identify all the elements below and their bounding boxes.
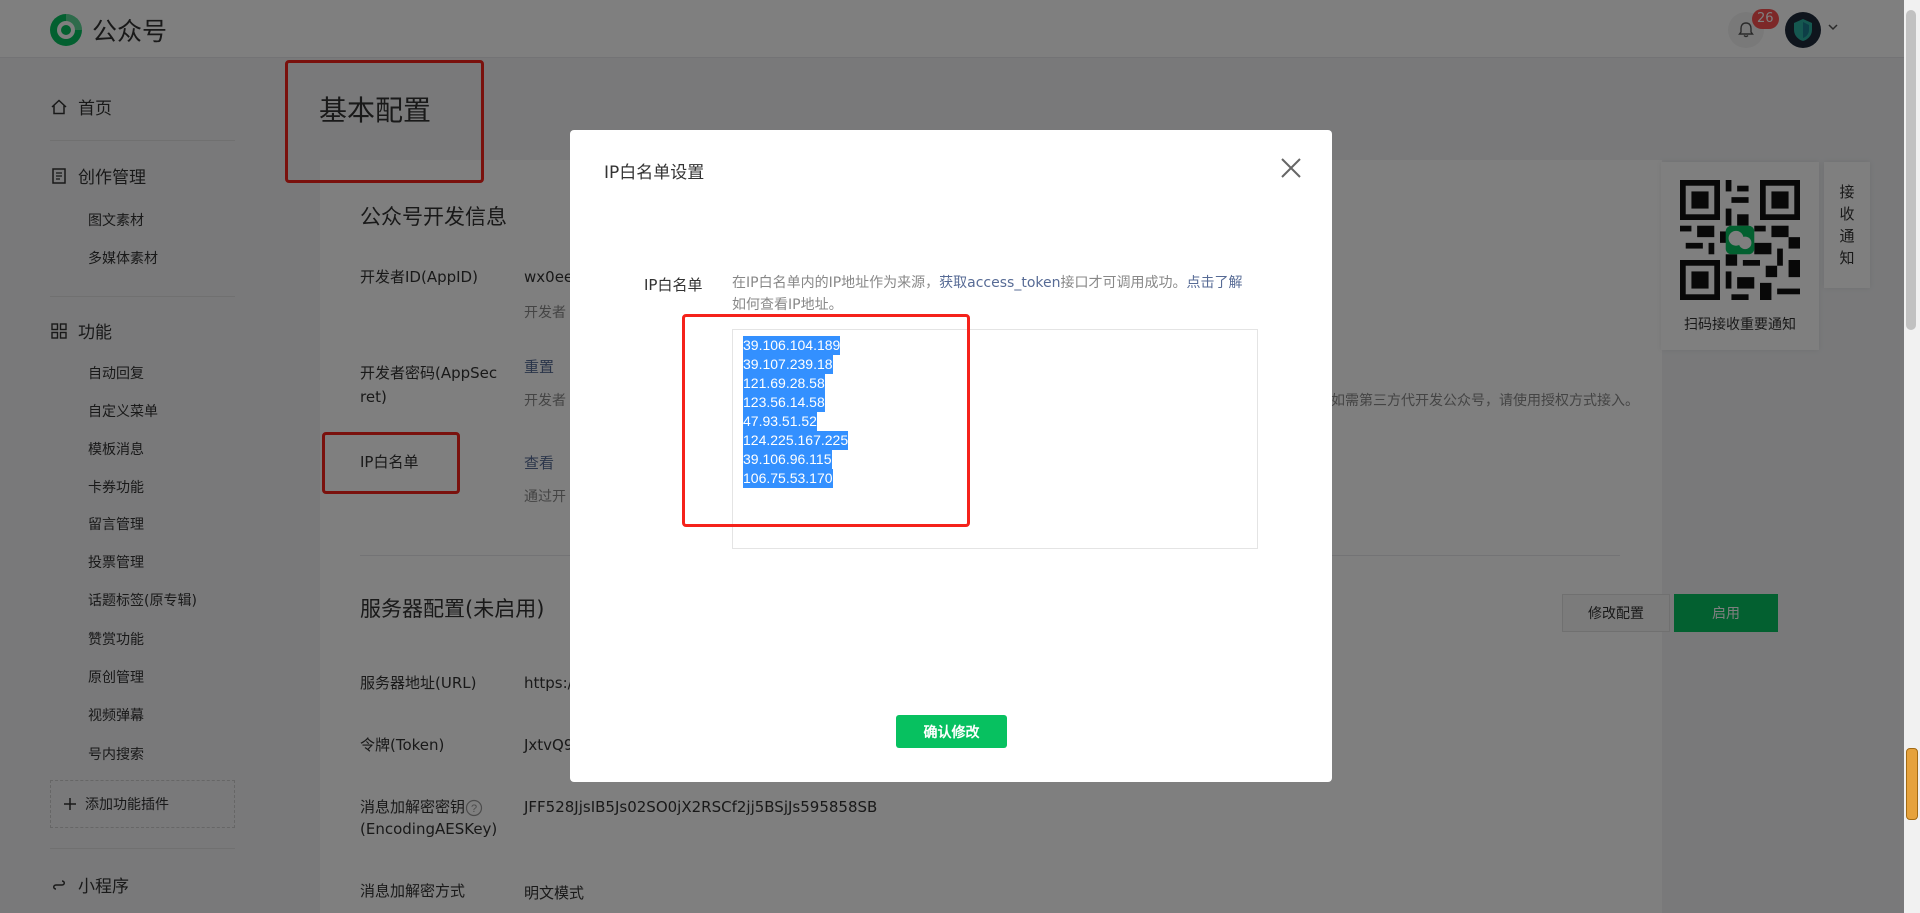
dialog-title: IP白名单设置 — [604, 163, 705, 183]
learn-more-link[interactable]: 点击了解 — [1186, 275, 1242, 291]
hint-text: 接口才可调用成功。 — [1060, 275, 1187, 291]
ip-whitelist-field-label: IP白名单 — [644, 276, 703, 294]
hint-text: 在IP白名单内的IP地址作为来源， — [732, 275, 940, 291]
scrollbar-thumb[interactable] — [1906, 10, 1916, 330]
scroll-grip-handle[interactable] — [1906, 748, 1918, 820]
close-icon[interactable] — [1277, 154, 1305, 182]
confirm-button[interactable]: 确认修改 — [896, 715, 1007, 748]
ip-whitelist-hint: 在IP白名单内的IP地址作为来源，获取access_token接口才可调用成功。… — [732, 272, 1252, 316]
access-token-link[interactable]: 获取access_token — [939, 275, 1060, 291]
hint-text: 如何查看IP地址。 — [732, 297, 843, 313]
annotation-box-ip-list — [682, 314, 970, 527]
